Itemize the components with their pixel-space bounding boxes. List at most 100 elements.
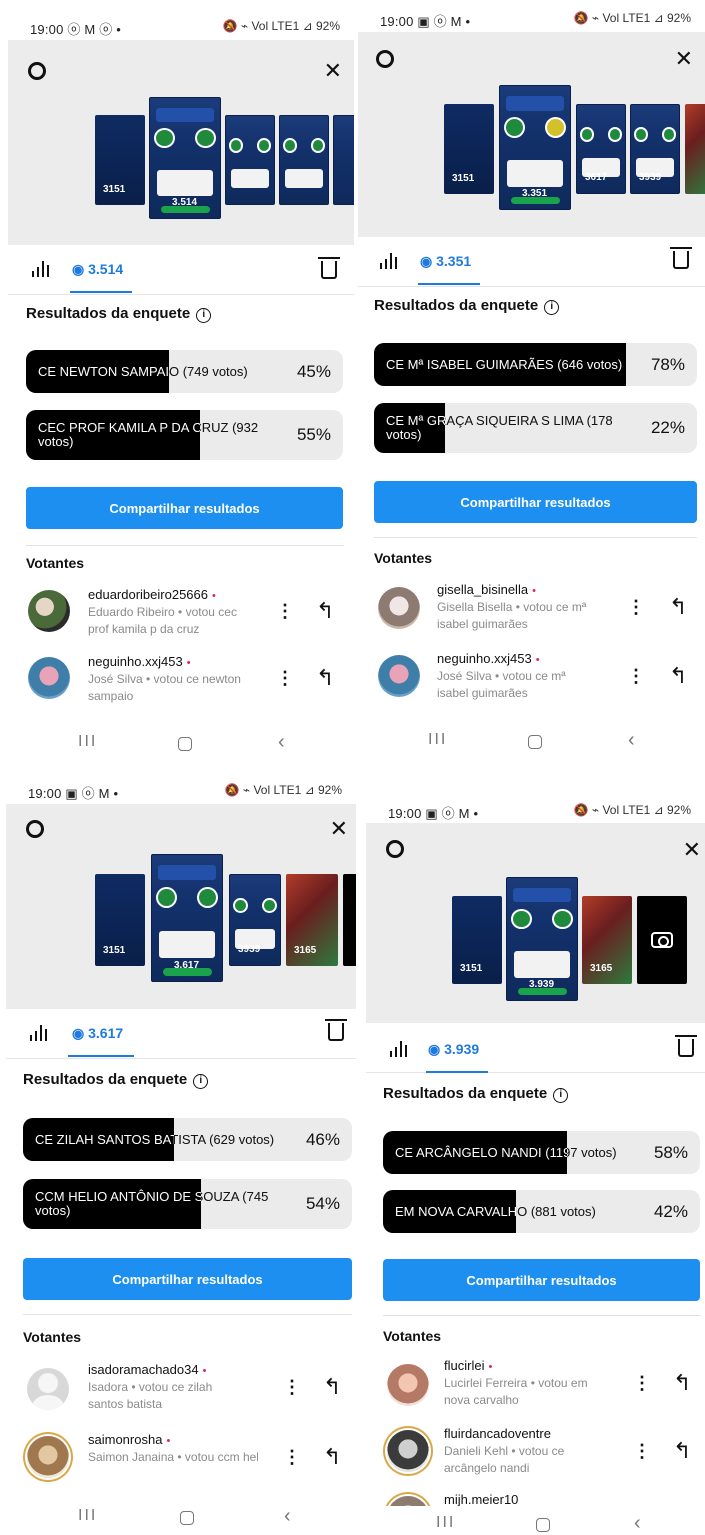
add-story-thumbnail[interactable] [343, 874, 356, 966]
share-results-button[interactable]: Compartilhar resultados [23, 1258, 352, 1300]
back-button[interactable]: ‹ [284, 1505, 291, 1528]
reply-icon[interactable]: ↰ [323, 1446, 341, 1468]
recent-apps-button[interactable]: III [436, 1514, 455, 1532]
bar-chart-icon[interactable] [390, 1041, 408, 1057]
voter-username[interactable]: gisella_bisinella • [437, 582, 536, 597]
bar-chart-icon[interactable] [32, 261, 50, 277]
avatar[interactable] [387, 1430, 429, 1472]
bar-chart-icon[interactable] [30, 1025, 48, 1041]
trash-icon[interactable] [318, 257, 340, 279]
trash-icon[interactable] [325, 1019, 347, 1041]
more-options-icon[interactable]: ⋮ [276, 669, 294, 687]
voter-row[interactable]: eduardoribeiro25666 • Eduardo Ribeiro • v… [26, 585, 346, 645]
back-button[interactable]: ‹ [634, 1512, 641, 1535]
story-thumbnail-selected[interactable]: 3.939 [506, 877, 578, 1001]
home-button[interactable] [528, 735, 542, 749]
views-tab[interactable]: ◉ 3.617 [72, 1025, 123, 1042]
settings-gear-icon[interactable] [28, 62, 46, 80]
voter-username[interactable]: neguinho.xxj453 • [88, 654, 191, 669]
story-thumbnail-selected[interactable]: 3.617 [151, 854, 223, 982]
recent-apps-button[interactable]: III [78, 733, 97, 751]
views-tab[interactable]: ◉ 3.351 [420, 253, 471, 270]
recent-apps-button[interactable]: III [428, 731, 447, 749]
add-story-thumbnail[interactable] [637, 896, 687, 984]
more-options-icon[interactable]: ⋮ [633, 1442, 651, 1460]
settings-gear-icon[interactable] [26, 820, 44, 838]
reply-icon[interactable]: ↰ [323, 1376, 341, 1398]
home-button[interactable] [536, 1518, 550, 1532]
voter-row[interactable]: neguinho.xxj453 • José Silva • votou ce n… [26, 652, 346, 712]
avatar[interactable] [28, 590, 70, 632]
more-options-icon[interactable]: ⋮ [283, 1448, 301, 1466]
story-thumbnail[interactable]: 3151 [452, 896, 502, 984]
reply-icon[interactable]: ↰ [669, 665, 687, 687]
info-icon[interactable]: i [553, 1088, 569, 1103]
reply-icon[interactable]: ↰ [673, 1372, 691, 1394]
info-icon[interactable]: i [196, 308, 212, 323]
story-thumbnail[interactable]: 3151 [444, 104, 494, 194]
more-options-icon[interactable]: ⋮ [283, 1378, 301, 1396]
trash-icon[interactable] [670, 247, 692, 269]
share-results-button[interactable]: Compartilhar resultados [383, 1259, 700, 1301]
reply-icon[interactable]: ↰ [316, 667, 334, 689]
trash-icon[interactable] [675, 1035, 697, 1057]
story-thumbnail[interactable] [333, 115, 354, 205]
more-options-icon[interactable]: ⋮ [627, 598, 645, 616]
avatar[interactable] [378, 587, 420, 629]
more-options-icon[interactable]: ⋮ [633, 1374, 651, 1392]
info-icon[interactable]: i [193, 1074, 209, 1089]
voter-username[interactable]: mijh.meier10 [444, 1492, 518, 1506]
avatar[interactable] [378, 655, 420, 697]
story-thumbnail[interactable]: 3151 [95, 115, 145, 205]
back-button[interactable]: ‹ [278, 731, 285, 754]
settings-gear-icon[interactable] [386, 840, 404, 858]
share-results-button[interactable]: Compartilhar resultados [26, 487, 343, 529]
story-thumbnail-selected[interactable]: 3.351 [499, 85, 571, 210]
home-button[interactable] [180, 1511, 194, 1525]
share-results-button[interactable]: Compartilhar resultados [374, 481, 697, 523]
avatar[interactable] [28, 657, 70, 699]
story-thumbnail[interactable]: 3151 [95, 874, 145, 966]
story-thumbnail[interactable]: 3939 [630, 104, 680, 194]
close-icon[interactable]: ✕ [324, 56, 342, 86]
back-button[interactable]: ‹ [628, 729, 635, 752]
voter-row[interactable]: neguinho.xxj453 • José Silva • votou ce m… [374, 649, 699, 709]
voter-username[interactable]: isadoramachado34 • [88, 1362, 206, 1377]
story-thumbnail[interactable] [685, 104, 705, 194]
voter-row[interactable]: saimonrosha • Saimon Janaina • votou ccm … [23, 1430, 353, 1490]
story-thumbnail[interactable]: 3939 [229, 874, 281, 966]
settings-gear-icon[interactable] [376, 50, 394, 68]
story-thumbnail-selected[interactable]: 3.514 [149, 97, 221, 219]
close-icon[interactable]: ✕ [675, 44, 693, 74]
reply-icon[interactable]: ↰ [673, 1440, 691, 1462]
avatar[interactable] [387, 1496, 429, 1506]
avatar[interactable] [387, 1364, 429, 1406]
reply-icon[interactable]: ↰ [316, 600, 334, 622]
voter-username[interactable]: flucirlei • [444, 1358, 492, 1373]
views-tab[interactable]: ◉ 3.514 [72, 261, 123, 278]
recent-apps-button[interactable]: III [78, 1507, 97, 1525]
bar-chart-icon[interactable] [380, 253, 398, 269]
more-options-icon[interactable]: ⋮ [627, 667, 645, 685]
close-icon[interactable]: ✕ [330, 814, 348, 844]
voter-row[interactable]: isadoramachado34 • Isadora • votou ce zil… [23, 1360, 353, 1420]
home-button[interactable] [178, 737, 192, 751]
voter-row[interactable]: fluirdancadoventre Danieli Kehl • votou … [383, 1424, 701, 1484]
story-thumbnail[interactable] [279, 115, 329, 205]
voter-row[interactable]: flucirlei • Lucirlei Ferreira • votou em … [383, 1356, 701, 1416]
story-thumbnail[interactable] [225, 115, 275, 205]
story-thumbnail[interactable]: 3617 [576, 104, 626, 194]
voter-username[interactable]: fluirdancadoventre [444, 1426, 551, 1441]
voter-username[interactable]: neguinho.xxj453 • [437, 651, 540, 666]
story-thumbnail[interactable]: 3165 [286, 874, 338, 966]
voter-username[interactable]: saimonrosha • [88, 1432, 170, 1447]
reply-icon[interactable]: ↰ [669, 596, 687, 618]
voter-row[interactable]: mijh.meier10 [383, 1490, 701, 1506]
info-icon[interactable]: i [544, 300, 560, 315]
close-icon[interactable]: ✕ [683, 835, 701, 865]
voter-username[interactable]: eduardoribeiro25666 • [88, 587, 216, 602]
story-thumbnail[interactable]: 3165 [582, 896, 632, 984]
views-tab[interactable]: ◉ 3.939 [428, 1041, 479, 1058]
voter-row[interactable]: gisella_bisinella • Gisella Bisella • vot… [374, 580, 699, 640]
avatar[interactable] [27, 1436, 69, 1478]
